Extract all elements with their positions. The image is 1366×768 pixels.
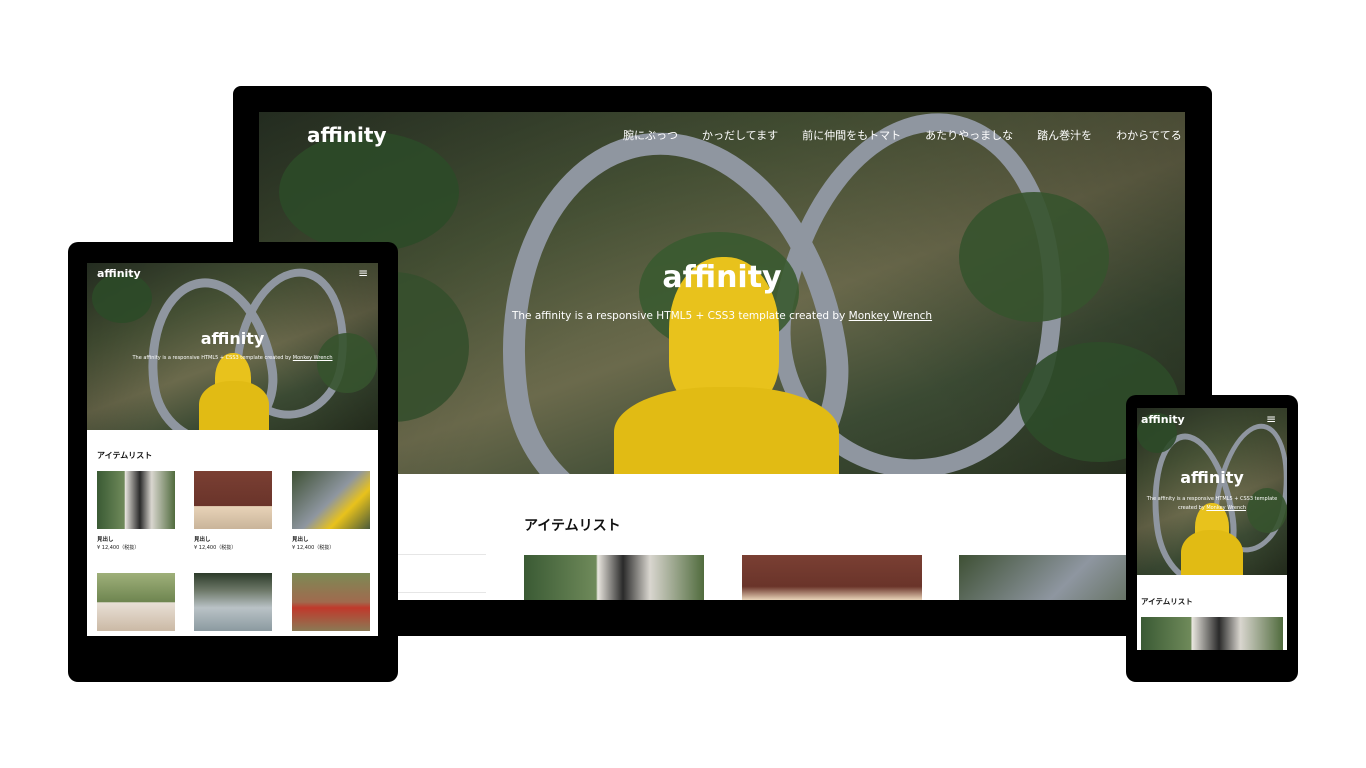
phone-section-title: アイテムリスト [1141, 597, 1193, 606]
tablet-section-title: アイテムリスト [97, 451, 153, 460]
main-nav: 腕にぶっつ かっだしてます 前に仲間をもトマト あたりやっましな 踏ん巻汁を わ… [623, 127, 1182, 143]
site-logo[interactable]: affinity [307, 123, 387, 147]
section-title: アイテムリスト [524, 518, 621, 534]
tablet-logo[interactable]: affinity [97, 267, 141, 280]
phone-item-thumb-1[interactable] [1141, 617, 1283, 650]
nav-item-6[interactable]: わからでてる [1116, 127, 1182, 143]
phone-menu-icon[interactable]: ≡ [1266, 412, 1276, 426]
tablet-item-thumb-3[interactable] [292, 471, 370, 529]
sidebar-divider [398, 592, 486, 593]
phone-screen: affinity ≡ affinity The affinity is a re… [1137, 408, 1287, 650]
phone-hero-title: affinity [1180, 468, 1244, 487]
item-price: ¥ 12,400（税抜） [292, 545, 335, 551]
tablet-hero-subtitle: The affinity is a responsive HTML5 + CSS… [132, 355, 333, 361]
item-thumb-1[interactable] [524, 555, 704, 600]
phone-hero [1137, 408, 1287, 575]
person-body [614, 387, 839, 474]
tablet-item-thumb-4[interactable] [97, 573, 175, 631]
item-title: 見出し [97, 537, 114, 543]
nav-item-3[interactable]: 前に仲間をもトマト [802, 127, 901, 143]
tablet-hero-title: affinity [200, 329, 265, 348]
tablet-item-thumb-6[interactable] [292, 573, 370, 631]
tablet-item-thumb-5[interactable] [194, 573, 272, 631]
nav-item-5[interactable]: 踏ん巻汁を [1037, 127, 1092, 143]
phone-hero-subtitle-line1: The affinity is a responsive HTML5 + CSS… [1146, 496, 1278, 502]
phone-hero-subtitle-line2: created by Monkey Wrench [1177, 505, 1247, 511]
item-price: ¥ 12,400（税抜） [97, 545, 140, 551]
phone-logo[interactable]: affinity [1141, 413, 1185, 426]
tablet-screen: affinity ≡ affinity The affinity is a re… [87, 263, 378, 636]
sidebar-divider [398, 554, 486, 555]
item-thumb-2[interactable] [742, 555, 922, 600]
nav-item-2[interactable]: かっだしてます [702, 127, 778, 143]
nav-item-1[interactable]: 腕にぶっつ [623, 127, 678, 143]
nav-item-4[interactable]: あたりやっましな [925, 127, 1013, 143]
tablet-item-thumb-2[interactable] [194, 471, 272, 529]
monkey-wrench-link[interactable]: Monkey Wrench [849, 310, 932, 322]
item-title: 見出し [292, 537, 309, 543]
item-title: 見出し [194, 537, 211, 543]
tablet-item-thumb-1[interactable] [97, 471, 175, 529]
menu-icon[interactable]: ≡ [358, 266, 368, 280]
item-price: ¥ 12,400（税抜） [194, 545, 237, 551]
